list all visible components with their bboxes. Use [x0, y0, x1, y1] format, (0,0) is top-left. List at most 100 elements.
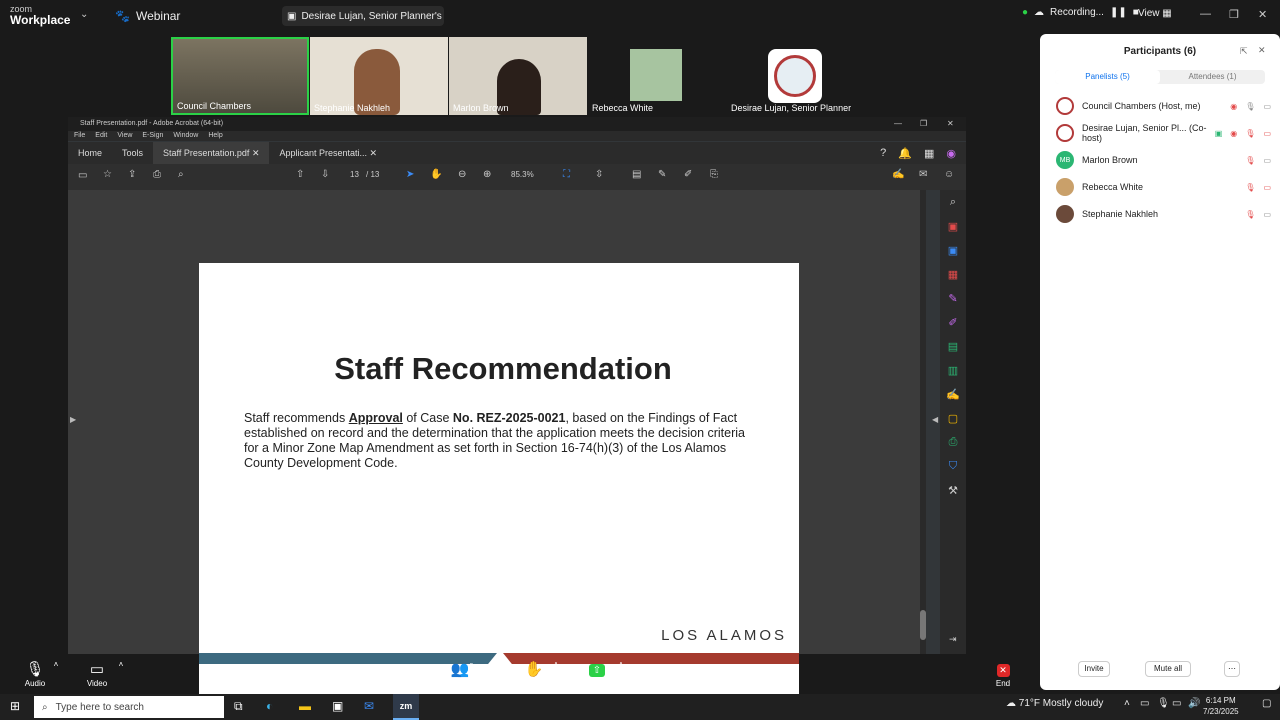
participants-options-chevron-icon[interactable]: ˄	[493, 660, 501, 669]
page-up-icon[interactable]: ⇧	[296, 169, 304, 180]
hand-icon[interactable]: ✋	[430, 169, 442, 180]
participant-row[interactable]: MB Marlon Brown 🎙 ▭	[1056, 150, 1271, 170]
zoom-app-icon[interactable]: zm	[393, 694, 419, 720]
compress-icon[interactable]: ▥	[948, 364, 958, 377]
mute-all-button[interactable]: Mute all	[1145, 661, 1191, 677]
tab-tools[interactable]: Tools	[112, 142, 153, 164]
scroll-mode-icon[interactable]: ⇳	[595, 169, 603, 180]
scrollbar[interactable]	[920, 190, 926, 654]
video-camera-icon[interactable]: ▭	[1263, 210, 1271, 219]
audio-button[interactable]: 🎙 Audio	[20, 660, 50, 688]
page-number-field[interactable]: 13	[350, 170, 359, 179]
document-viewport[interactable]: ▶ Staff Recommendation Staff recommends …	[68, 190, 938, 720]
volume-icon[interactable]: 🔊	[1188, 698, 1200, 709]
microphone-muted-icon[interactable]: 🎙	[1245, 210, 1255, 219]
bell-icon[interactable]: 🔔	[898, 147, 912, 160]
tab-panelists[interactable]: Panelists (5)	[1055, 70, 1160, 84]
menu-file[interactable]: File	[74, 131, 85, 141]
menu-esign[interactable]: E-Sign	[142, 131, 163, 141]
screen-share-indicator[interactable]: ▣ Desirae Lujan, Senior Planner's scr ⋯	[282, 6, 444, 26]
help-icon[interactable]: ?	[880, 147, 886, 160]
view-button[interactable]: View ▦	[1138, 8, 1172, 19]
customize-tools-icon[interactable]: ⚒	[948, 484, 958, 497]
menu-view[interactable]: View	[117, 131, 132, 141]
network-icon[interactable]: ▭	[1140, 698, 1149, 709]
email-icon[interactable]: ✉	[919, 169, 927, 180]
menu-window[interactable]: Window	[173, 131, 198, 141]
menu-edit[interactable]: Edit	[95, 131, 107, 141]
video-button[interactable]: ▭ Video	[82, 660, 112, 688]
sign-icon[interactable]: ✍	[892, 169, 904, 180]
fill-sign-icon[interactable]: ✐	[948, 316, 957, 329]
tab-attendees[interactable]: Attendees (1)	[1160, 70, 1265, 84]
mail-icon[interactable]: ✉	[364, 699, 374, 713]
audio-options-chevron-icon[interactable]: ˄	[52, 660, 60, 669]
minimize-icon[interactable]: —	[1200, 8, 1211, 20]
apps-grid-icon[interactable]: ▦	[924, 147, 934, 160]
raise-hand-button[interactable]: ✋ Raise hand	[512, 660, 556, 688]
close-panel-icon[interactable]: ✕	[1258, 45, 1266, 56]
collapse-rail-icon[interactable]: ⇥	[949, 634, 957, 645]
video-tile-desirae-lujan[interactable]: Desirae Lujan, Senior Planner	[727, 37, 865, 115]
microphone-muted-icon[interactable]: 🎙	[1245, 129, 1255, 138]
export-pdf-icon[interactable]: ▣	[948, 220, 958, 233]
combine-files-icon[interactable]: ▤	[948, 340, 958, 353]
close-icon[interactable]: ✕	[947, 119, 954, 128]
reactions-chevron-icon[interactable]: ˄	[552, 660, 560, 669]
participant-row[interactable]: Desirae Lujan, Senior Pl... (Co-host) ▣ ◉…	[1056, 123, 1271, 143]
tray-chevron-icon[interactable]: ˄	[1124, 698, 1130, 709]
zoom-search-icon[interactable]: ⌕	[950, 196, 956, 209]
microphone-icon[interactable]: 🎙	[1245, 102, 1255, 111]
right-panel-collapse-icon[interactable]: ◀	[932, 415, 938, 424]
save-icon[interactable]: ▭	[78, 170, 87, 181]
share-options-chevron-icon[interactable]: ˄	[617, 660, 625, 669]
edge-browser-icon[interactable]: ◐	[266, 699, 273, 713]
video-tile-rebecca-white[interactable]: Rebecca White	[588, 37, 726, 115]
participants-button[interactable]: 👥6 Participants	[437, 660, 487, 688]
video-off-icon[interactable]: ▭	[1263, 183, 1271, 192]
video-off-icon[interactable]: ▭	[1263, 129, 1271, 138]
upload-icon[interactable]: ⇪	[128, 169, 136, 180]
request-signature-icon[interactable]: ✍	[946, 388, 960, 401]
participant-row[interactable]: Rebecca White 🎙 ▭	[1056, 177, 1271, 197]
menu-help[interactable]: Help	[208, 131, 222, 141]
pause-recording-icon[interactable]: ❚❚	[1110, 7, 1127, 18]
store-icon[interactable]: ▣	[332, 699, 343, 713]
search-icon[interactable]: ⌕	[178, 169, 184, 180]
zoom-in-icon[interactable]: ⊕	[483, 169, 491, 180]
print-production-icon[interactable]: ⎙	[949, 436, 958, 449]
chevron-down-icon[interactable]: ⌄	[80, 9, 88, 20]
stamp-icon[interactable]: ⎘	[710, 169, 718, 180]
file-explorer-icon[interactable]: ▬	[299, 699, 311, 713]
minimize-icon[interactable]: —	[894, 119, 902, 128]
windows-start-icon[interactable]: ⊞	[10, 699, 20, 713]
taskbar-search-box[interactable]: ⌕ Type here to search	[34, 696, 224, 718]
notifications-icon[interactable]: ▢	[1262, 698, 1271, 709]
video-tile-marlon-brown[interactable]: Marlon Brown	[449, 37, 587, 115]
close-icon[interactable]: ✕	[1258, 8, 1267, 21]
task-view-icon[interactable]: ⧉	[234, 699, 243, 714]
draw-icon[interactable]: ✐	[684, 169, 692, 180]
participant-row[interactable]: Stephanie Nakhleh 🎙 ▭	[1056, 204, 1271, 224]
participant-row[interactable]: Council Chambers (Host, me) ◉ 🎙 ▭	[1056, 96, 1271, 116]
more-options-icon[interactable]: ⋯	[1224, 661, 1240, 677]
video-tile-stephanie-nakhleh[interactable]: Stephanie Nakhleh	[310, 37, 448, 115]
more-button[interactable]: ⊙ More	[642, 660, 672, 688]
comment-icon[interactable]: ▤	[632, 169, 641, 180]
left-panel-expand-icon[interactable]: ▶	[70, 415, 76, 424]
ai-assistant-icon[interactable]: ◉	[946, 147, 956, 160]
video-options-chevron-icon[interactable]: ˄	[117, 660, 125, 669]
microphone-tray-icon[interactable]: 🎙	[1157, 698, 1170, 709]
share-button[interactable]: ⇧ Share	[582, 660, 612, 688]
webinar-button[interactable]: 🐾 Webinar	[115, 9, 180, 23]
account-icon[interactable]: ☺	[944, 169, 954, 180]
comment-rail-icon[interactable]: ▢	[948, 412, 958, 425]
invite-button[interactable]: Invite	[1078, 661, 1110, 677]
microphone-muted-icon[interactable]: 🎙	[1245, 156, 1255, 165]
zoom-level[interactable]: 85.3%	[511, 170, 534, 179]
weather-widget[interactable]: ☁ 71°F Mostly cloudy	[1006, 698, 1103, 709]
popout-icon[interactable]: ⇱	[1240, 46, 1248, 57]
video-camera-icon[interactable]: ▭	[1263, 156, 1271, 165]
clock[interactable]: 6:14 PM 7/23/2025	[1203, 695, 1239, 717]
network-tray-icon[interactable]: ▭	[1172, 698, 1181, 709]
